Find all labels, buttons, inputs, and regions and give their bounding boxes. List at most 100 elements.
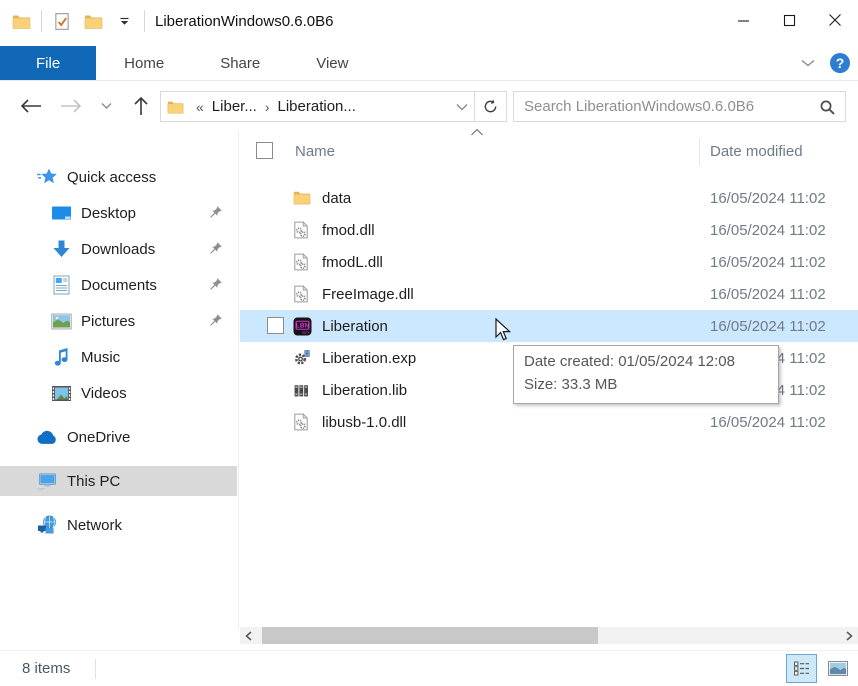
file-row-fmodl-dll[interactable]: fmodL.dll 16/05/2024 11:02 — [240, 246, 858, 278]
breadcrumb-segment[interactable]: Liberation... — [275, 98, 359, 115]
tab-view[interactable]: View — [288, 46, 376, 80]
network-globe-icon — [36, 514, 58, 536]
window-title: LiberationWindows0.6.0B6 — [155, 13, 333, 30]
scroll-left-arrow[interactable] — [240, 627, 257, 644]
new-folder-icon[interactable] — [82, 10, 104, 32]
tooltip-date-created: Date created: 01/05/2024 12:08 — [524, 350, 768, 373]
tab-home[interactable]: Home — [96, 46, 192, 80]
pin-icon — [209, 205, 223, 219]
sidebar-item-label: Documents — [81, 277, 157, 294]
tab-share[interactable]: Share — [192, 46, 288, 80]
sidebar-item-label: Videos — [81, 385, 127, 402]
file-row-freeimage-dll[interactable]: FreeImage.dll 16/05/2024 11:02 — [240, 278, 858, 310]
scrollbar-thumb[interactable] — [262, 627, 598, 644]
row-checkbox[interactable] — [267, 317, 284, 334]
search-input[interactable] — [524, 98, 819, 115]
pin-icon — [209, 277, 223, 291]
status-bar: 8 items — [0, 650, 858, 686]
select-all-checkbox[interactable] — [256, 142, 273, 159]
close-button[interactable] — [812, 0, 858, 40]
toolbar-separator — [144, 10, 145, 32]
sidebar-item-music[interactable]: Music — [0, 342, 237, 372]
file-row-fmod-dll[interactable]: fmod.dll 16/05/2024 11:02 — [240, 214, 858, 246]
column-header-date-modified[interactable]: Date modified — [710, 143, 803, 160]
sidebar-item-quick-access[interactable]: Quick access — [0, 162, 237, 192]
sidebar-item-label: This PC — [67, 473, 120, 490]
sidebar-item-label: Desktop — [81, 205, 136, 222]
recent-locations-chevron-icon[interactable] — [96, 82, 116, 130]
file-name: Liberation.lib — [322, 382, 407, 399]
navigation-bar: « Liber... › Liberation... — [0, 82, 858, 130]
file-row-libusb-1-0-dll[interactable]: libusb-1.0.dll 16/05/2024 11:02 — [240, 406, 858, 438]
file-name: Liberation.exp — [322, 350, 416, 367]
folder-icon[interactable] — [10, 10, 32, 32]
picture-icon — [50, 310, 72, 332]
tab-file[interactable]: File — [0, 46, 96, 80]
exp-file-icon — [293, 349, 311, 367]
svg-text:LBN: LBN — [296, 323, 310, 330]
help-button[interactable]: ? — [830, 53, 850, 73]
pane-divider[interactable] — [238, 130, 239, 630]
up-button[interactable] — [126, 82, 156, 130]
forward-button[interactable] — [56, 82, 86, 130]
file-date-modified: 16/05/2024 11:02 — [710, 414, 826, 431]
customize-toolbar-dropdown-icon[interactable] — [113, 10, 135, 32]
address-folder-icon — [167, 99, 184, 114]
back-button[interactable] — [16, 82, 46, 130]
breadcrumb-overflow[interactable]: « — [191, 99, 209, 115]
sidebar-item-videos[interactable]: Videos — [0, 378, 237, 408]
file-row-liberation[interactable]: LBNBETA Liberation 16/05/2024 11:02 — [240, 310, 858, 342]
sidebar-item-downloads[interactable]: Downloads — [0, 234, 237, 264]
downloads-arrow-icon — [50, 238, 72, 260]
file-row-data[interactable]: data 16/05/2024 11:02 — [240, 182, 858, 214]
lib-file-icon — [293, 381, 311, 399]
file-list-pane: Name Date modified data 16/05/2024 11:02… — [240, 130, 858, 650]
search-icon[interactable] — [819, 99, 835, 115]
sort-ascending-icon[interactable] — [470, 128, 484, 137]
quick-access-toolbar — [10, 10, 145, 32]
video-film-icon — [50, 382, 72, 404]
status-separator — [95, 659, 96, 679]
sidebar-item-documents[interactable]: Documents — [0, 270, 237, 300]
address-dropdown-chevron-icon[interactable] — [456, 103, 468, 111]
details-view-button[interactable] — [786, 654, 817, 683]
sidebar-item-label: Pictures — [81, 313, 135, 330]
column-header-name[interactable]: Name — [295, 143, 335, 160]
ribbon-tabs: FileHomeShareView — [0, 46, 858, 81]
sidebar-item-pictures[interactable]: Pictures — [0, 306, 237, 336]
file-name: FreeImage.dll — [322, 286, 414, 303]
column-headers: Name Date modified — [240, 130, 858, 168]
dll-file-icon — [293, 413, 311, 431]
sidebar-item-network[interactable]: Network — [0, 510, 237, 540]
mouse-cursor — [495, 318, 512, 342]
sidebar-item-label: Downloads — [81, 241, 155, 258]
file-name: Liberation — [322, 318, 388, 335]
file-date-modified: 16/05/2024 11:02 — [710, 190, 826, 207]
maximize-button[interactable] — [766, 0, 812, 40]
sidebar-item-onedrive[interactable]: OneDrive — [0, 422, 237, 452]
address-bar[interactable]: « Liber... › Liberation... — [160, 91, 475, 122]
sidebar-item-label: Network — [67, 517, 122, 534]
properties-checkmark-icon[interactable] — [51, 10, 73, 32]
title-bar: LiberationWindows0.6.0B6 — [0, 0, 858, 46]
items-count: 8 items — [22, 660, 70, 677]
sidebar-item-desktop[interactable]: Desktop — [0, 198, 237, 228]
toolbar-separator — [41, 10, 42, 32]
horizontal-scrollbar[interactable] — [240, 627, 858, 644]
column-divider[interactable] — [699, 138, 700, 166]
file-date-modified: 16/05/2024 11:02 — [710, 286, 826, 303]
sidebar-item-this-pc[interactable]: This PC — [0, 466, 237, 496]
quick-access-star-icon — [36, 166, 58, 188]
expand-ribbon-chevron-icon[interactable] — [800, 58, 816, 68]
minimize-button[interactable] — [720, 0, 766, 40]
scroll-right-arrow[interactable] — [841, 627, 858, 644]
pin-icon — [209, 313, 223, 327]
breadcrumb-separator: › — [260, 99, 275, 115]
breadcrumb-segment[interactable]: Liber... — [209, 98, 260, 115]
file-date-modified: 16/05/2024 11:02 — [710, 222, 826, 239]
refresh-button[interactable] — [475, 91, 507, 122]
file-name: fmod.dll — [322, 222, 375, 239]
thumbnail-view-button[interactable] — [822, 654, 853, 683]
search-box[interactable] — [513, 91, 846, 122]
file-date-modified: 16/05/2024 11:02 — [710, 318, 826, 335]
